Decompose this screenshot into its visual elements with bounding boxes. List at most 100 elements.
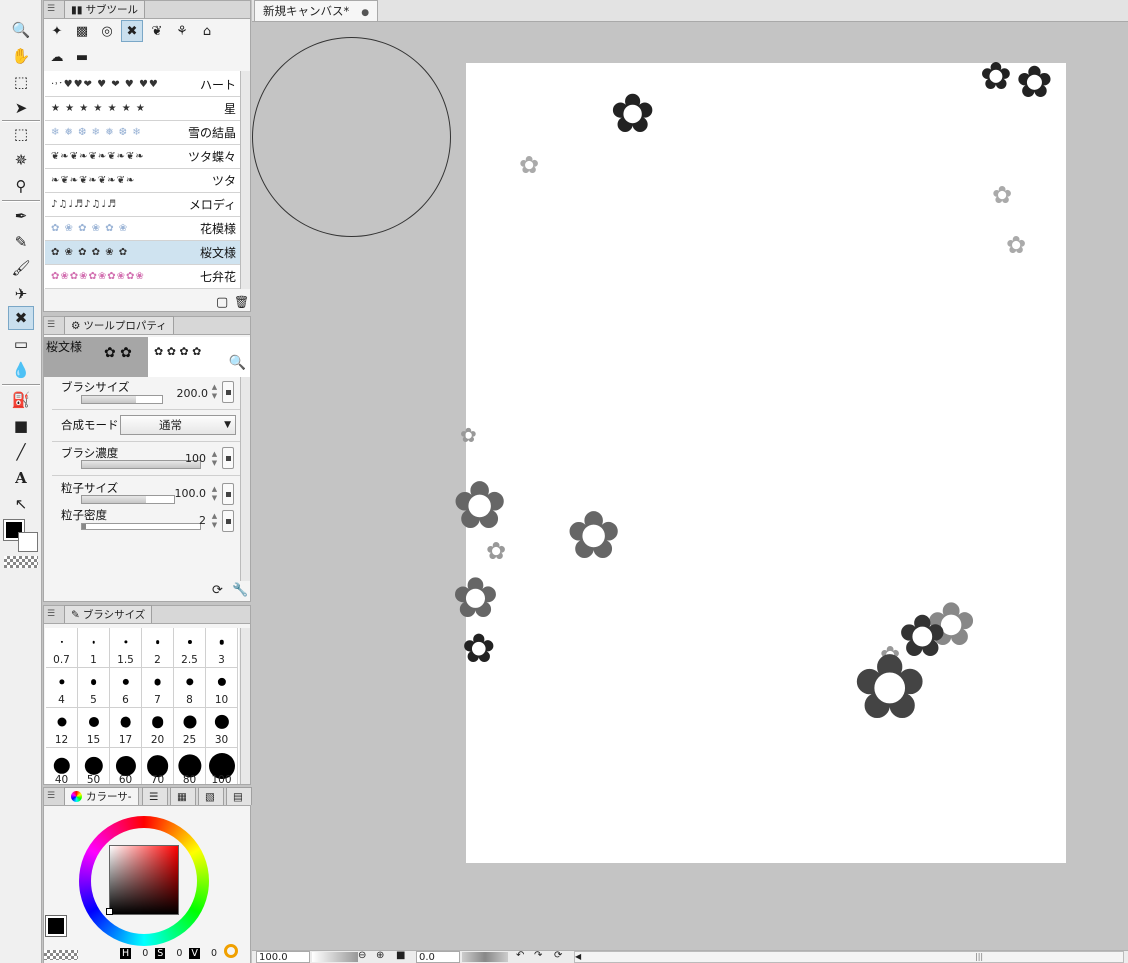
ribbon-group-icon[interactable]: ◎ xyxy=(96,20,118,42)
rotate-right-icon[interactable]: ↷ xyxy=(534,950,542,961)
canvas-tab[interactable]: 新規キャンバス* ● xyxy=(254,0,379,21)
subtool-scrollbar[interactable] xyxy=(240,71,250,289)
rotation-value[interactable]: 0.0 xyxy=(416,951,460,963)
tab-color-set[interactable]: ▦ xyxy=(170,787,196,805)
zoom-in-icon[interactable]: ⊕ xyxy=(376,950,384,961)
zoom-slider[interactable] xyxy=(312,952,358,962)
list-item[interactable]: ★ ★ ★ ★ ★ ★ ★ 星 xyxy=(45,97,240,121)
brush-size-cell[interactable]: 7 xyxy=(142,668,174,708)
brush-tool-icon[interactable]: 🖌 xyxy=(8,256,34,280)
list-item[interactable]: ✿❀✿❀✿❀✿❀✿❀ 七弁花 xyxy=(45,265,240,289)
brush-size-cell[interactable]: 10 xyxy=(206,668,238,708)
brush-size-cell[interactable]: 2.5 xyxy=(174,628,206,668)
brush-size-dynamics-button[interactable] xyxy=(222,381,234,403)
eraser-tool-icon[interactable]: ▭ xyxy=(8,332,34,356)
magnifier-icon[interactable]: 🔍 xyxy=(229,355,246,371)
spin-arrows-icon[interactable]: ▲ ▼ xyxy=(210,450,219,468)
tab-history[interactable]: ▤ xyxy=(226,787,252,805)
particle-size-slider[interactable] xyxy=(81,495,175,504)
brush-size-cell[interactable]: 40 xyxy=(46,748,78,784)
brush-size-value[interactable]: 200.0 xyxy=(168,387,209,400)
tab-color-circle[interactable]: カラーサ- xyxy=(64,787,139,805)
operation-tool-icon[interactable]: ➤ xyxy=(8,96,34,120)
gradient-tool-icon[interactable]: ■ xyxy=(8,414,34,438)
sub-color-swatch[interactable] xyxy=(18,532,38,552)
zoom-tool-icon[interactable]: 🔍 xyxy=(8,18,34,42)
brush-size-cell[interactable]: 1 xyxy=(78,628,110,668)
blend-mode-select[interactable]: 通常 ▼ xyxy=(120,415,236,435)
cloth-group-icon[interactable]: ☁ xyxy=(46,46,68,68)
pattern-group-icon[interactable]: ▩ xyxy=(71,20,93,42)
tab-subtool[interactable]: ▮▮ サブツール xyxy=(64,0,146,18)
property-scrollbar[interactable] xyxy=(240,377,250,581)
spin-arrows-icon[interactable]: ▲ ▼ xyxy=(210,485,219,503)
brush-size-cell[interactable]: 17 xyxy=(110,708,142,748)
brush-size-cell[interactable]: 50 xyxy=(78,748,110,784)
brush-size-slider[interactable] xyxy=(81,395,163,404)
brush-size-cell[interactable]: 4 xyxy=(46,668,78,708)
eyedropper-tool-icon[interactable]: ⚲ xyxy=(8,174,34,198)
transparent-color-swatch[interactable] xyxy=(44,950,78,960)
list-item[interactable]: ✿ ❀ ✿ ❀ ✿ ❀ 花模様 xyxy=(45,217,240,241)
brush-size-cell[interactable]: 0.7 xyxy=(46,628,78,668)
tab-brush-size[interactable]: ✎ ブラシサイズ xyxy=(64,605,153,623)
panel-menu-icon[interactable]: ☰ xyxy=(47,791,59,802)
color-picker-cursor[interactable] xyxy=(106,908,113,915)
brush-size-scrollbar[interactable] xyxy=(240,628,250,784)
brush-size-cell[interactable]: 15 xyxy=(78,708,110,748)
reset-icon[interactable]: ⟳ xyxy=(212,583,223,598)
hand-tool-icon[interactable]: ✋ xyxy=(8,44,34,68)
brush-size-cell[interactable]: 6 xyxy=(110,668,142,708)
particle-size-value[interactable]: 100.0 xyxy=(166,487,207,500)
pencil-tool-icon[interactable]: ✎ xyxy=(8,230,34,254)
particle-density-value[interactable]: 2 xyxy=(166,514,206,527)
line-group-icon[interactable]: ▬ xyxy=(71,46,93,68)
auto-select-tool-icon[interactable]: ✵ xyxy=(8,148,34,172)
brush-size-cell[interactable]: 100 xyxy=(206,748,238,784)
tab-color-slider[interactable]: ☰ xyxy=(142,787,168,805)
brush-size-cell[interactable]: 2 xyxy=(142,628,174,668)
spin-arrows-icon[interactable]: ▲ ▼ xyxy=(210,383,219,401)
panel-menu-icon[interactable]: ☰ xyxy=(47,609,59,620)
correct-line-tool-icon[interactable]: ↖ xyxy=(8,492,34,516)
brush-size-cell[interactable]: 60 xyxy=(110,748,142,784)
wrench-icon[interactable]: 🔧 xyxy=(232,583,248,598)
figure-tool-icon[interactable]: ╱ xyxy=(8,440,34,464)
scroll-left-icon[interactable]: ◀ xyxy=(575,952,581,961)
tab-intermediate-color[interactable]: ▧ xyxy=(198,787,224,805)
decoration-tool-icon[interactable]: ✖ xyxy=(8,306,34,330)
airbrush-tool-icon[interactable]: ✈ xyxy=(8,282,34,306)
brush-density-value[interactable]: 100 xyxy=(166,452,206,465)
text-tool-icon[interactable]: A xyxy=(8,466,34,490)
zoom-out-icon[interactable]: ⊖ xyxy=(358,950,366,961)
panel-menu-icon[interactable]: ☰ xyxy=(47,320,59,331)
particle-density-dynamics-button[interactable] xyxy=(222,510,234,532)
scroll-thumb-grip-icon[interactable]: ||| xyxy=(975,952,983,961)
particle-size-dynamics-button[interactable] xyxy=(222,483,234,505)
blend-tool-icon[interactable]: 💧 xyxy=(8,358,34,382)
spin-arrows-icon[interactable]: ▲ ▼ xyxy=(210,512,219,530)
tab-tool-property[interactable]: ⚙ ツールプロパティ xyxy=(64,316,174,334)
brush-size-cell[interactable]: 3 xyxy=(206,628,238,668)
color-mode-icon[interactable] xyxy=(224,944,238,958)
brush-size-cell[interactable]: 20 xyxy=(142,708,174,748)
main-color-swatch[interactable] xyxy=(45,915,67,937)
brush-size-cell[interactable]: 8 xyxy=(174,668,206,708)
brush-size-cell[interactable]: 1.5 xyxy=(110,628,142,668)
fit-view-icon[interactable]: ■ xyxy=(396,950,405,961)
decoration-group-icon[interactable]: ✖ xyxy=(121,20,143,42)
list-item[interactable]: ·˒ˑ♥♥❤ ♥ ❤ ♥ ♥♥ ハート xyxy=(45,73,240,97)
reset-rotation-icon[interactable]: ⟳ xyxy=(554,950,562,961)
brush-size-cell[interactable]: 25 xyxy=(174,708,206,748)
brush-size-cell[interactable]: 5 xyxy=(78,668,110,708)
canvas-paper[interactable]: ✿ ✿ ✿ ✿ ✿ ✿ ✿ ✿ ✿ ✿ ✿ ✿ ✿ ✿ ✿ ✿ xyxy=(452,57,1066,863)
selection-tool-icon[interactable]: ⬚ xyxy=(8,122,34,146)
grass-group-icon[interactable]: ⚘ xyxy=(171,20,193,42)
brush-size-cell[interactable]: 80 xyxy=(174,748,206,784)
sparkle-group-icon[interactable]: ✦ xyxy=(46,20,68,42)
trash-icon[interactable]: 🗑 xyxy=(234,295,249,309)
list-item[interactable]: ❄ ❅ ❆ ❄ ❅ ❆ ❄ 雪の結晶 xyxy=(45,121,240,145)
rotation-slider[interactable] xyxy=(462,952,508,962)
list-item[interactable]: ✿ ❀ ✿ ✿ ❀ ✿ 桜文様 xyxy=(45,241,240,265)
panel-menu-icon[interactable]: ☰ xyxy=(47,4,59,15)
